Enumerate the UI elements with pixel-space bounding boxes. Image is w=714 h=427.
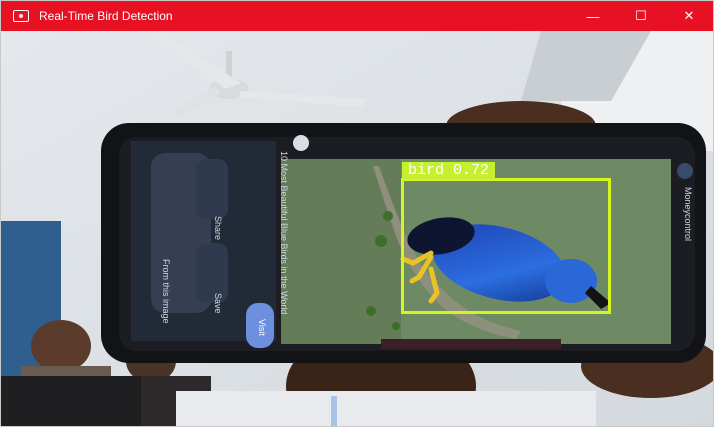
app-window: Real-Time Bird Detection — ☐ ✕ 10 Most B… bbox=[0, 0, 714, 427]
detection-class: bird bbox=[408, 162, 445, 179]
window-controls: — ☐ ✕ bbox=[569, 1, 713, 31]
camera-feed: 10 Most Beautiful Blue Birds in the Worl… bbox=[1, 31, 713, 426]
camera-app-icon bbox=[13, 10, 29, 22]
detection-bounding-box bbox=[401, 178, 611, 314]
visit-button: Visit bbox=[257, 319, 267, 336]
title-bar[interactable]: Real-Time Bird Detection — ☐ ✕ bbox=[1, 1, 713, 31]
save-button: Save bbox=[213, 293, 223, 314]
minimize-button[interactable]: — bbox=[569, 1, 617, 31]
close-button[interactable]: ✕ bbox=[665, 1, 713, 31]
detection-confidence: 0.72 bbox=[453, 162, 490, 179]
article-title: 10 Most Beautiful Blue Birds in the Worl… bbox=[279, 151, 289, 315]
from-image-label: From this image bbox=[161, 259, 171, 324]
maximize-button[interactable]: ☐ bbox=[617, 1, 665, 31]
source-label: Moneycontrol bbox=[683, 187, 693, 242]
detection-label: bird 0.72 bbox=[402, 162, 496, 179]
window-title: Real-Time Bird Detection bbox=[39, 9, 173, 23]
share-button: Share bbox=[213, 216, 223, 241]
